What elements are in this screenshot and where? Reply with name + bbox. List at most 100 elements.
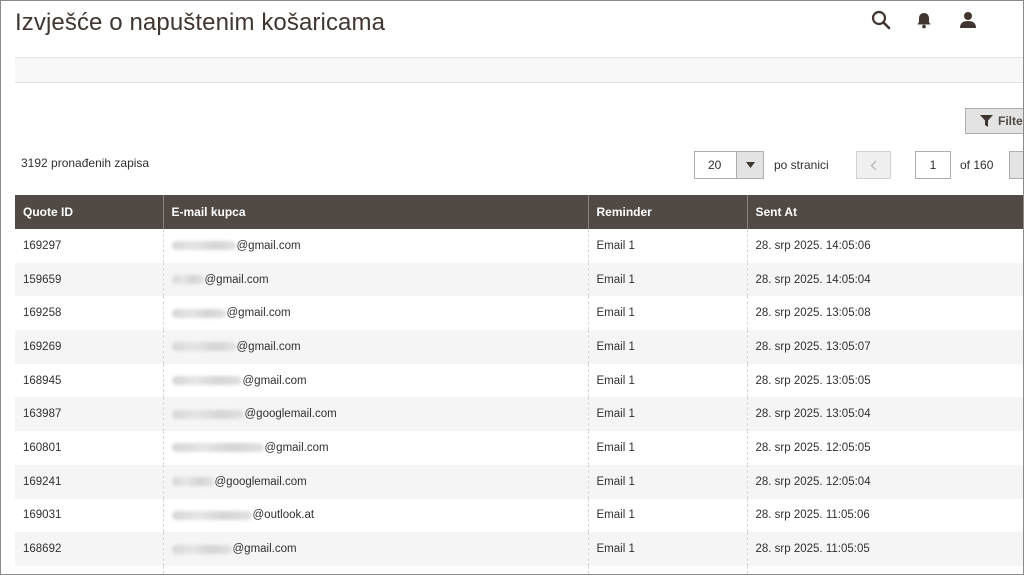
cell-reminder: Email 1 <box>588 397 748 432</box>
column-header-reminder[interactable]: Reminder <box>588 195 748 229</box>
filter-icon <box>980 115 993 127</box>
cell-quote-id: 163987 <box>15 397 164 432</box>
grid-header-row: Quote ID E-mail kupca Reminder Sent At <box>15 195 1023 229</box>
cell-customer-email <box>163 565 589 574</box>
cell-reminder <box>588 565 748 574</box>
email-domain: @googlemail.com <box>214 475 307 488</box>
page-frame: Izvješće o napuštenim košaricama Filter … <box>0 0 1024 575</box>
cell-sent-at: 28. srp 2025. 13:05:07 <box>747 330 1023 364</box>
cell-quote-id <box>15 565 164 574</box>
email-domain: @outlook.at <box>252 509 315 522</box>
cell-sent-at: 28. srp 2025. 11:05:05 <box>747 532 1023 566</box>
filters-button[interactable]: Filter <box>965 108 1023 134</box>
cell-quote-id: 168692 <box>15 532 164 566</box>
email-domain: @googlemail.com <box>244 408 337 421</box>
cell-quote-id: 168945 <box>15 363 164 398</box>
cell-customer-email: @gmail.com <box>163 262 589 297</box>
column-header-quote-id[interactable]: Quote ID <box>15 195 164 229</box>
cell-customer-email: @googlemail.com <box>163 464 589 499</box>
table-row[interactable]: 169269 @gmail.com Email 1 28. srp 2025. … <box>15 330 1023 364</box>
cell-quote-id: 160801 <box>15 431 164 465</box>
redacted-email-local-part <box>171 510 252 520</box>
redacted-email-local-part <box>171 342 236 352</box>
redacted-email-local-part <box>171 275 204 284</box>
email-domain: @gmail.com <box>232 543 297 556</box>
cell-sent-at: 28. srp 2025. 12:05:05 <box>755 441 871 454</box>
cell-sent-at: 28. srp 2025. 13:05:04 <box>747 397 1023 432</box>
redacted-email-local-part <box>171 376 242 386</box>
table-row[interactable]: 160801 @gmail.com Email 1 28. srp 2025. … <box>15 431 1023 465</box>
cell-quote-id: 159659 <box>15 262 164 297</box>
redacted-email-local-part <box>171 409 244 419</box>
cell-quote-id: 169269 <box>15 330 164 364</box>
email-domain: @gmail.com <box>242 374 307 387</box>
cell-sent-at <box>747 566 1023 574</box>
email-domain: @gmail.com <box>236 340 301 353</box>
page-actions-bar <box>15 57 1023 83</box>
redacted-email-local-part <box>171 544 232 554</box>
email-domain: @gmail.com <box>204 273 269 286</box>
records-found: 3192 pronađenih zapisa <box>21 156 150 170</box>
per-page-label: po stranici <box>774 158 829 172</box>
grid-body: 169297 @gmail.com Email 1 28. srp 2025. … <box>15 229 1023 574</box>
triangle-down-icon <box>745 162 755 168</box>
cell-reminder: Email 1 <box>588 532 748 566</box>
table-row[interactable]: 159659 @gmail.com Email 1 28. srp 2025. … <box>15 262 1023 297</box>
table-row[interactable]: 169297 @gmail.com Email 1 28. srp 2025. … <box>15 229 1023 263</box>
email-domain: @gmail.com <box>226 307 291 320</box>
column-header-customer-email[interactable]: E-mail kupca <box>163 195 589 229</box>
table-row[interactable]: 163987 @googlemail.com Email 1 28. srp 2… <box>15 397 1023 432</box>
cell-reminder: Email 1 <box>588 262 748 297</box>
cell-reminder: Email 1 <box>588 431 748 465</box>
cell-reminder: Email 1 <box>588 363 748 398</box>
cell-reminder: Email 1 <box>588 296 748 331</box>
cell-reminder: Email 1 <box>588 229 748 263</box>
cell-sent-at: 28. srp 2025. 13:05:05 <box>755 374 871 387</box>
cell-reminder: Email 1 <box>588 330 748 364</box>
current-page-input[interactable]: 1 <box>915 151 951 179</box>
cell-sent-at: 28. srp 2025. 12:05:04 <box>747 464 1023 499</box>
filters-button-label: Filter <box>998 114 1023 128</box>
table-row[interactable]: 169258 @gmail.com Email 1 28. srp 2025. … <box>15 296 1023 331</box>
per-page-select[interactable]: 20 <box>694 151 764 179</box>
cell-customer-email: @gmail.com <box>163 296 589 331</box>
cell-quote-id: 169031 <box>15 498 164 533</box>
redacted-email-local-part <box>171 443 264 453</box>
redacted-email-local-part <box>171 308 226 318</box>
per-page-value: 20 <box>708 158 722 172</box>
cell-sent-at: 28. srp 2025. 11:05:06 <box>755 509 870 522</box>
cell-customer-email: @gmail.com <box>163 532 589 566</box>
next-page-button[interactable] <box>1009 151 1023 179</box>
abandoned-carts-grid: Quote ID E-mail kupca Reminder Sent At 1… <box>15 195 1023 574</box>
table-row[interactable]: 168692 @gmail.com Email 1 28. srp 2025. … <box>15 532 1023 566</box>
header-actions <box>823 7 1023 31</box>
cell-reminder: Email 1 <box>588 498 748 533</box>
search-icon[interactable] <box>870 9 892 31</box>
bell-icon[interactable] <box>913 9 935 31</box>
email-domain: @gmail.com <box>236 239 301 252</box>
cell-customer-email: @gmail.com <box>163 330 589 364</box>
table-row[interactable] <box>15 565 1023 574</box>
chevron-left-icon <box>870 160 877 170</box>
cell-quote-id: 169297 <box>15 229 164 263</box>
table-row[interactable]: 169241 @googlemail.com Email 1 28. srp 2… <box>15 464 1023 499</box>
total-pages-label: of 160 <box>960 158 994 172</box>
cell-quote-id: 169258 <box>15 296 164 331</box>
table-row[interactable]: 169031 @outlook.at Email 1 28. srp 2025.… <box>15 498 1023 533</box>
cell-sent-at: 28. srp 2025. 13:05:08 <box>755 307 871 320</box>
cell-sent-at: 28. srp 2025. 14:05:04 <box>747 262 1023 297</box>
cell-customer-email: @gmail.com <box>163 363 589 398</box>
cell-customer-email: @googlemail.com <box>163 397 589 432</box>
email-domain: @gmail.com <box>264 441 329 454</box>
cell-customer-email: @gmail.com <box>163 431 589 465</box>
previous-page-button[interactable] <box>856 151 891 179</box>
redacted-email-local-part <box>171 477 214 487</box>
cell-customer-email: @outlook.at <box>163 498 589 533</box>
table-row[interactable]: 168945 @gmail.com Email 1 28. srp 2025. … <box>15 363 1023 398</box>
cell-quote-id: 169241 <box>15 464 164 499</box>
cell-customer-email: @gmail.com <box>163 229 589 263</box>
user-icon[interactable] <box>957 9 979 31</box>
cell-reminder: Email 1 <box>588 464 748 499</box>
column-header-sent-at[interactable]: Sent At <box>747 195 1023 229</box>
per-page-dropdown-button[interactable] <box>736 152 763 178</box>
